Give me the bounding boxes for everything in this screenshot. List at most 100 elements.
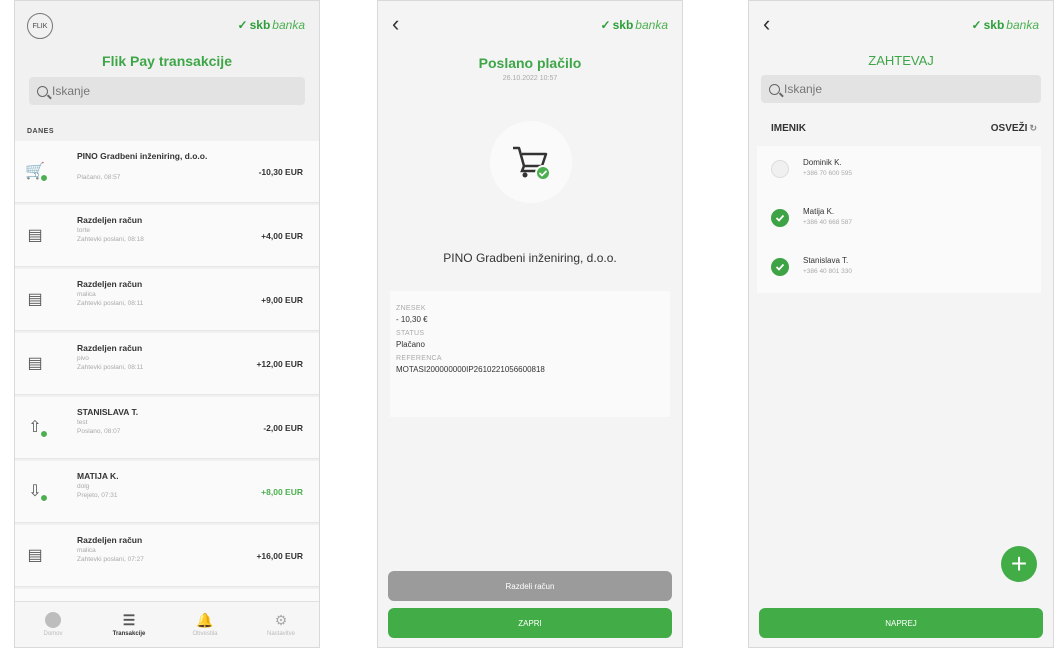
transaction-note: pivo — [77, 355, 89, 362]
payment-details-card: ZNESEK - 10,30 € STATUS Plačano REFERENCA MOT… — [390, 291, 670, 417]
transaction-row[interactable]: ▤ Razdeljen račun malica Zahtevki poslani, … — [15, 269, 319, 331]
transaction-status: Prejeto, 07:31 — [77, 492, 118, 499]
list-icon: ☰ — [122, 611, 136, 628]
tab-transakcije[interactable]: ☰ Transakcije — [91, 602, 167, 647]
transaction-row[interactable]: 🛒 PINO Gradbeni inženiring, d.o.o. Plačano… — [15, 141, 319, 203]
search-input[interactable]: Iskanje — [29, 77, 305, 105]
contact-list: Dominik K. +386 70 600 595 Matija K. +386 4… — [757, 146, 1041, 293]
transaction-amount: +4,00 EUR — [261, 231, 303, 241]
transaction-amount: +9,00 EUR — [261, 295, 303, 305]
gears-icon: ⚙ — [274, 611, 288, 628]
close-button[interactable]: ZAPRI — [388, 608, 672, 638]
page-title: ZAHTEVAJ — [868, 53, 934, 68]
tab-label: Transakcije — [112, 631, 146, 637]
tab-domov[interactable]: Domov — [15, 602, 91, 647]
check-icon — [775, 263, 785, 271]
request-screen: ‹ ✓ skb banka ZAHTEVAJ Iskanje IMENIK OSV… — [748, 0, 1054, 648]
cart-icon — [490, 121, 572, 203]
transactions-screen: FLIK ✓ skb banka Flik Pay transakcije Isk… — [14, 0, 320, 648]
back-button[interactable]: ‹ — [392, 13, 399, 35]
bottom-tab-bar: Domov ☰ Transakcije 🔔 Obvestila ⚙ Nastavitve — [15, 601, 319, 647]
contact-item[interactable]: Stanislava T. +386 40 801 330 — [757, 244, 1041, 293]
next-button[interactable]: NAPREJ — [759, 608, 1043, 638]
download-icon: ⇩ — [25, 481, 48, 502]
tab-nastavitve[interactable]: ⚙ Nastavitve — [243, 602, 319, 647]
check-icon — [775, 214, 785, 222]
contact-phone: +386 70 600 595 — [803, 170, 852, 177]
transaction-amount: -10,30 EUR — [258, 167, 303, 177]
status-dot — [40, 430, 48, 438]
skb-logo: ✓ skb banka — [971, 18, 1039, 32]
contact-item[interactable]: Matija K. +386 40 668 587 — [757, 195, 1041, 244]
transaction-name: PINO Gradbeni inženiring, d.o.o. — [77, 151, 208, 161]
back-button[interactable]: ‹ — [763, 13, 770, 35]
split-bill-button[interactable]: Razdeli račun — [388, 571, 672, 601]
transaction-note: dolg — [77, 483, 90, 490]
tab-label: Domov — [43, 631, 63, 637]
transaction-row[interactable]: ⇧ STANISLAVA T. test Poslano, 08:07 -2,00 EU… — [15, 397, 319, 459]
contacts-header: IMENIK OSVEŽI ↻ — [771, 123, 1037, 134]
detail-label: STATUS — [396, 330, 425, 337]
cart-icon: 🛒 — [25, 161, 48, 182]
transaction-status: Plačano, 08:57 — [77, 174, 121, 181]
transaction-note: torte — [77, 227, 91, 234]
transaction-note: malica — [77, 547, 96, 554]
tab-label: Obvestila — [192, 631, 218, 637]
transaction-row[interactable]: ⇩ MATIJA K. dolg Prejeto, 07:31 +8,00 EUR — [15, 461, 319, 523]
add-contact-button[interactable]: + — [1001, 546, 1037, 582]
payment-detail-screen: ‹ ✓ skb banka Poslano plačilo 26.10.2022 … — [377, 0, 683, 648]
tab-label: Nastavitve — [266, 631, 295, 637]
section-label: DANES — [27, 128, 55, 135]
tab-obvestila[interactable]: 🔔 Obvestila — [167, 602, 243, 647]
search-icon — [769, 83, 780, 95]
transaction-amount: +8,00 EUR — [261, 487, 303, 497]
receipt-icon: ▤ — [27, 355, 43, 372]
transaction-note: malica — [77, 291, 96, 298]
transaction-note: test — [77, 419, 88, 426]
transaction-row[interactable]: ▤ Razdeljen račun torte Zahtevki poslani, 0… — [15, 205, 319, 267]
status-dot — [40, 174, 48, 182]
contact-item[interactable]: Dominik K. +386 70 600 595 — [757, 146, 1041, 195]
upload-icon: ⇧ — [25, 417, 48, 438]
refresh-button[interactable]: OSVEŽI ↻ — [991, 123, 1037, 134]
transaction-name: STANISLAVA T. — [77, 407, 139, 417]
refresh-icon: ↻ — [1029, 123, 1037, 133]
receipt-icon: ▤ — [27, 227, 43, 244]
bell-icon: 🔔 — [196, 611, 214, 628]
transaction-amount: +12,00 EUR — [256, 359, 303, 369]
transaction-name: Razdeljen račun — [77, 215, 143, 225]
skb-logo-icon: ✓ — [600, 18, 611, 32]
contacts-heading: IMENIK — [771, 123, 806, 134]
page-title: Poslano plačilo — [478, 55, 582, 71]
receipt-icon: ▤ — [27, 547, 43, 564]
skb-logo: ✓ skb banka — [600, 18, 668, 32]
select-checkbox[interactable] — [771, 160, 789, 178]
transaction-name: Razdeljen račun — [77, 343, 143, 353]
transaction-status: Poslano, 08:07 — [77, 428, 121, 435]
avatar-icon — [45, 612, 61, 628]
transaction-status: Zahtevki poslani, 07:27 — [77, 556, 144, 563]
transaction-row[interactable]: ▤ Razdeljen račun malica Zahtevki poslani, … — [15, 525, 319, 587]
transaction-status: Zahtevki poslani, 08:11 — [77, 364, 144, 371]
skb-logo-icon: ✓ — [971, 18, 982, 32]
payment-date: 26.10.2022 10:57 — [502, 75, 558, 82]
transaction-amount: -2,00 EUR — [263, 423, 303, 433]
detail-value: - 10,30 € — [396, 315, 428, 324]
select-checkbox[interactable] — [771, 258, 789, 276]
contact-phone: +386 40 801 330 — [803, 268, 852, 275]
transaction-amount: +16,00 EUR — [256, 551, 303, 561]
receipt-icon: ▤ — [27, 291, 43, 308]
search-icon — [37, 85, 48, 97]
transaction-name: MATIJA K. — [77, 471, 119, 481]
skb-logo: ✓ skb banka — [237, 18, 305, 32]
select-checkbox[interactable] — [771, 209, 789, 227]
skb-logo-icon: ✓ — [237, 18, 248, 32]
detail-value: MOTASI200000000IP2610221056600818 — [396, 365, 545, 374]
transaction-status: Zahtevki poslani, 08:11 — [77, 300, 144, 307]
contact-name: Stanislava T. — [803, 256, 849, 265]
detail-label: REFERENCA — [396, 355, 442, 362]
search-input[interactable]: Iskanje — [761, 75, 1041, 103]
detail-value: Plačano — [396, 340, 425, 349]
contact-name: Matija K. — [803, 207, 835, 216]
transaction-row[interactable]: ▤ Razdeljen račun pivo Zahtevki poslani, 08… — [15, 333, 319, 395]
